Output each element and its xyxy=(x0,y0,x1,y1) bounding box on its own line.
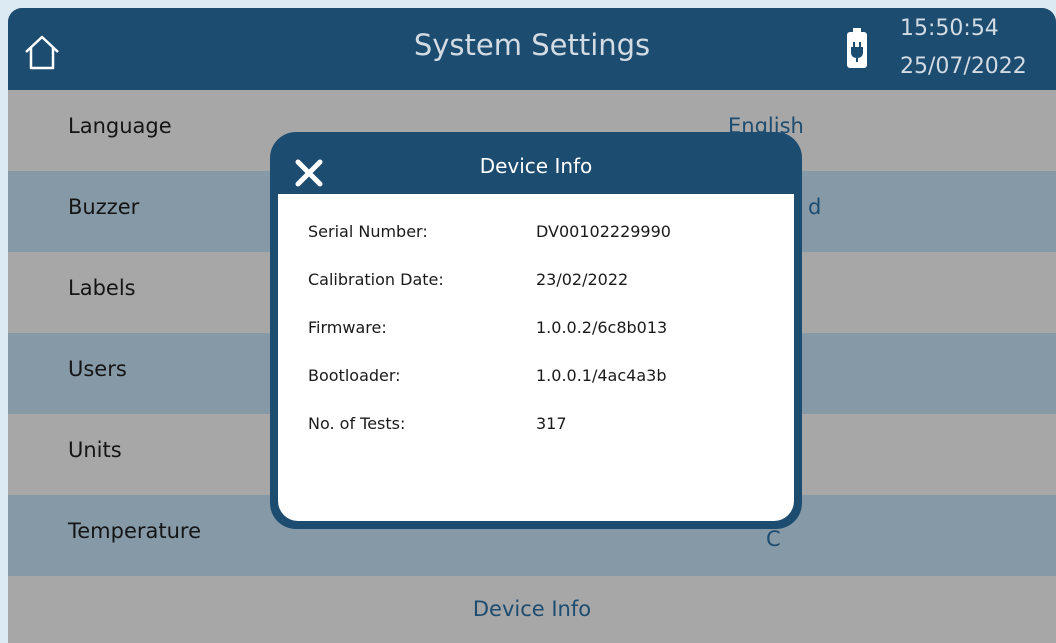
dialog-title: Device Info xyxy=(479,154,593,178)
info-value: 1.0.0.2/6c8b013 xyxy=(536,318,668,337)
row-label: Language xyxy=(68,114,172,138)
dialog-body: Serial Number: DV00102229990 Calibration… xyxy=(278,194,794,521)
info-label: Bootloader: xyxy=(308,366,401,385)
device-info-button[interactable]: Device Info xyxy=(8,577,1056,643)
header-bar: System Settings 15:50:54 25/07/2022 xyxy=(8,8,1056,90)
info-label: Calibration Date: xyxy=(308,270,444,289)
info-value: DV00102229990 xyxy=(536,222,671,241)
battery-charging-icon xyxy=(847,28,867,68)
info-label: Firmware: xyxy=(308,318,387,337)
clock-date: 25/07/2022 xyxy=(900,54,1027,79)
row-label: Units xyxy=(68,438,122,462)
clock-time: 15:50:54 xyxy=(900,16,999,41)
info-value: 317 xyxy=(536,414,567,433)
device-info-button-label: Device Info xyxy=(472,597,592,621)
device-screen: System Settings 15:50:54 25/07/2022 Lang… xyxy=(8,8,1056,643)
row-label: Buzzer xyxy=(68,195,140,219)
row-label: Users xyxy=(68,357,127,381)
info-label: No. of Tests: xyxy=(308,414,406,433)
info-value: 23/02/2022 xyxy=(536,270,629,289)
row-value: d xyxy=(808,195,822,219)
info-label: Serial Number: xyxy=(308,222,428,241)
device-info-dialog: Device Info Serial Number: DV00102229990… xyxy=(270,132,802,529)
row-label: Temperature xyxy=(68,519,202,543)
info-value: 1.0.0.1/4ac4a3b xyxy=(536,366,667,385)
row-value: C xyxy=(766,527,781,551)
page-title: System Settings xyxy=(413,28,651,62)
row-label: Labels xyxy=(68,276,136,300)
